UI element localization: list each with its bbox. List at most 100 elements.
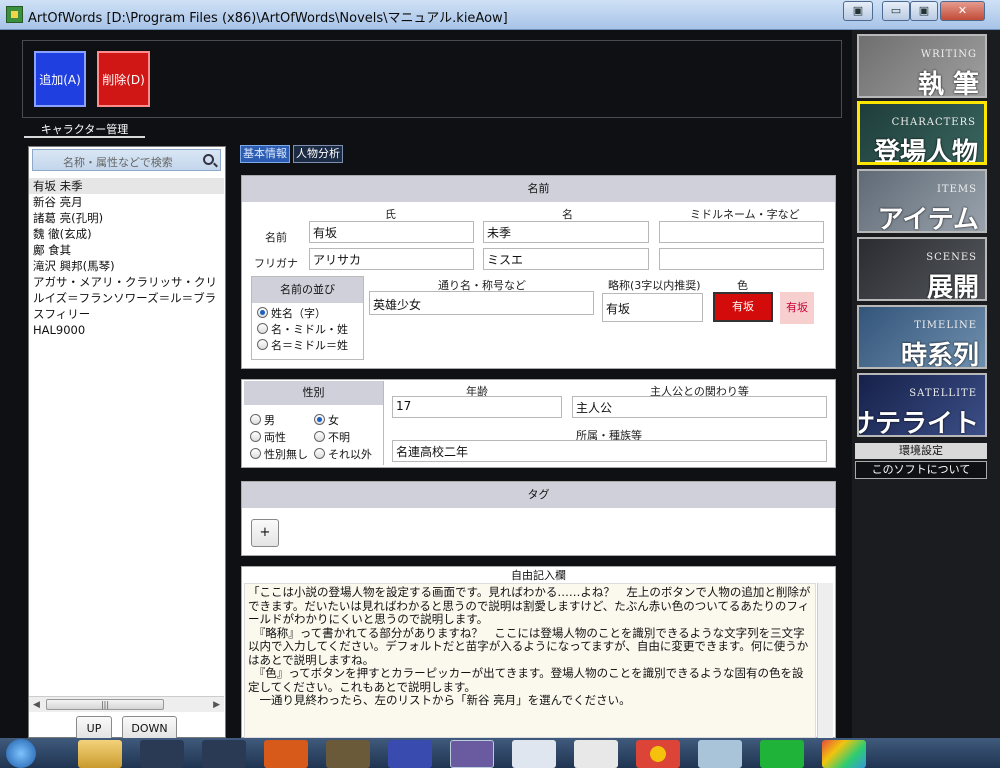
minimize-button[interactable]: ▭ [882, 1, 910, 21]
name-row-label: 名前 [265, 231, 287, 244]
gender-female[interactable]: 女 [314, 412, 339, 428]
radio-icon[interactable] [250, 431, 261, 442]
tab-character-analysis[interactable]: 人物分析 [293, 145, 343, 163]
list-item[interactable]: 新谷 亮月 [29, 194, 224, 210]
character-list: 有坂 未季 新谷 亮月 諸葛 亮(孔明) 魏 徹(玄成) 鄺 食其 滝沢 興邦(… [29, 178, 224, 696]
close-button[interactable]: ✕ [940, 1, 985, 21]
list-item[interactable]: ルイズ＝フランソワーズ＝ル＝ブラ [29, 290, 224, 306]
nav-characters[interactable]: CHARACTERS 登場人物 [857, 101, 987, 165]
radio-icon[interactable] [250, 414, 261, 425]
gender-male[interactable]: 男 [250, 412, 275, 428]
abbr-field[interactable]: 有坂 [602, 293, 703, 322]
search-placeholder: 名称・属性などで検索 [63, 156, 173, 169]
memo-scrollbar[interactable] [817, 583, 833, 738]
scroll-thumb[interactable]: ||| [46, 699, 164, 710]
unity-icon[interactable] [202, 740, 246, 768]
artofwords-icon[interactable] [450, 740, 494, 768]
add-tag-button[interactable]: + [251, 519, 279, 547]
title-bar: ArtOfWords [D:\Program Files (x86)\ArtOf… [0, 0, 1000, 30]
last-name-field[interactable]: 有坂 [309, 221, 474, 243]
extra-window-icon[interactable]: ▣ [843, 1, 873, 21]
gender-group: 性別 男 女 両性 不明 性別無し それ以外 [244, 381, 384, 465]
first-name-column-label: 名 [562, 208, 573, 221]
affiliation-field[interactable]: 名連高校二年 [392, 440, 827, 462]
radio-icon[interactable] [257, 323, 268, 334]
radio-icon[interactable] [257, 339, 268, 350]
list-item[interactable]: 魏 徹(玄成) [29, 226, 224, 242]
kana-middle-field[interactable] [659, 248, 824, 270]
nav-satellite[interactable]: SATELLITE サテライト [857, 373, 987, 437]
radio-icon[interactable] [250, 448, 261, 459]
relation-field[interactable]: 主人公 [572, 396, 827, 418]
kana-row-label: フリガナ [254, 257, 298, 270]
first-name-field[interactable]: 未季 [483, 221, 649, 243]
kana-first-field[interactable]: ミスエ [483, 248, 649, 270]
tag-section: タグ [241, 481, 836, 556]
clipchamp-icon[interactable] [140, 740, 184, 768]
name-order-header: 名前の並び [252, 277, 363, 303]
radio-selected-icon[interactable] [314, 414, 325, 425]
last-name-column-label: 氏 [385, 208, 396, 221]
list-item[interactable]: HAL9000 [29, 322, 224, 338]
abbr-label: 略称(3字以内推奨) [608, 279, 701, 292]
add-character-button[interactable]: 追加(A) [34, 51, 86, 107]
radio-icon[interactable] [314, 448, 325, 459]
list-item[interactable]: 諸葛 亮(孔明) [29, 210, 224, 226]
notepad-icon[interactable] [512, 740, 556, 768]
gender-other[interactable]: それ以外 [314, 446, 372, 462]
windows-logo-icon[interactable] [822, 740, 866, 768]
nav-writing[interactable]: WRITING 執 筆 [857, 34, 987, 98]
gender-unknown[interactable]: 不明 [314, 429, 350, 445]
move-down-button[interactable]: DOWN [122, 716, 177, 740]
photo-app-icon[interactable] [698, 740, 742, 768]
order-option-2[interactable]: 名・ミドル・姓 [257, 322, 363, 338]
list-item[interactable]: アガサ・メアリ・クラリッサ・クリ [29, 274, 224, 290]
order-option-1[interactable]: 姓名（字） [257, 306, 363, 322]
scroll-right-icon[interactable]: ▶ [213, 700, 220, 710]
about-button[interactable]: このソフトについて [855, 461, 987, 479]
alias-field[interactable]: 英雄少女 [369, 291, 594, 315]
color-label: 色 [737, 279, 748, 292]
tab-basic-info[interactable]: 基本情報 [240, 145, 290, 163]
tag-header: タグ [242, 482, 835, 508]
line-icon[interactable] [760, 740, 804, 768]
explorer-icon[interactable] [78, 740, 122, 768]
office-icon[interactable] [264, 740, 308, 768]
move-up-button[interactable]: UP [76, 716, 112, 740]
order-option-3[interactable]: 名＝ミドル＝姓 [257, 338, 363, 354]
nav-items[interactable]: ITEMS アイテム [857, 169, 987, 233]
character-management-tab[interactable]: キャラクター管理 [24, 121, 145, 138]
search-app-icon[interactable] [574, 740, 618, 768]
name-section-header: 名前 [242, 176, 835, 202]
gender-none[interactable]: 性別無し [250, 446, 308, 462]
age-field[interactable]: 17 [392, 396, 562, 418]
color-picker-button[interactable]: 有坂 [713, 292, 773, 322]
app-icon [6, 6, 23, 23]
list-item[interactable]: スフィリー [29, 306, 224, 322]
radio-selected-icon[interactable] [257, 307, 268, 318]
nav-timeline[interactable]: TIMELINE 時系列 [857, 305, 987, 369]
list-item[interactable]: 有坂 未季 [29, 178, 224, 194]
nav-scenes[interactable]: SCENES 展開 [857, 237, 987, 301]
delete-character-button[interactable]: 削除(D) [97, 51, 150, 107]
gender-both[interactable]: 両性 [250, 429, 286, 445]
maximize-button[interactable]: ▣ [910, 1, 938, 21]
memo-textarea[interactable]: 「ここは小説の登場人物を設定する画面です。見ればわかる……よね？ 左上のボタンで… [244, 583, 816, 738]
name-order-group: 名前の並び 姓名（字） 名・ミドル・姓 名＝ミドル＝姓 [251, 276, 364, 360]
list-item[interactable]: 鄺 食其 [29, 242, 224, 258]
sublime-icon[interactable] [326, 740, 370, 768]
scroll-left-icon[interactable]: ◀ [33, 700, 40, 710]
kana-last-field[interactable]: アリサカ [309, 248, 474, 270]
search-icon[interactable] [203, 154, 214, 165]
start-orb-icon[interactable] [6, 739, 36, 768]
color-preview: 有坂 [780, 292, 814, 324]
radio-icon[interactable] [314, 431, 325, 442]
list-item[interactable]: 滝沢 興邦(馬琴) [29, 258, 224, 274]
settings-button[interactable]: 環境設定 [855, 443, 987, 459]
tetris-icon[interactable] [388, 740, 432, 768]
gender-header: 性別 [244, 381, 383, 405]
middle-name-field[interactable] [659, 221, 824, 243]
search-input[interactable]: 名称・属性などで検索 [32, 149, 221, 171]
horizontal-scrollbar[interactable]: ◀ ||| ▶ [29, 696, 224, 712]
chrome-icon[interactable] [636, 740, 680, 768]
